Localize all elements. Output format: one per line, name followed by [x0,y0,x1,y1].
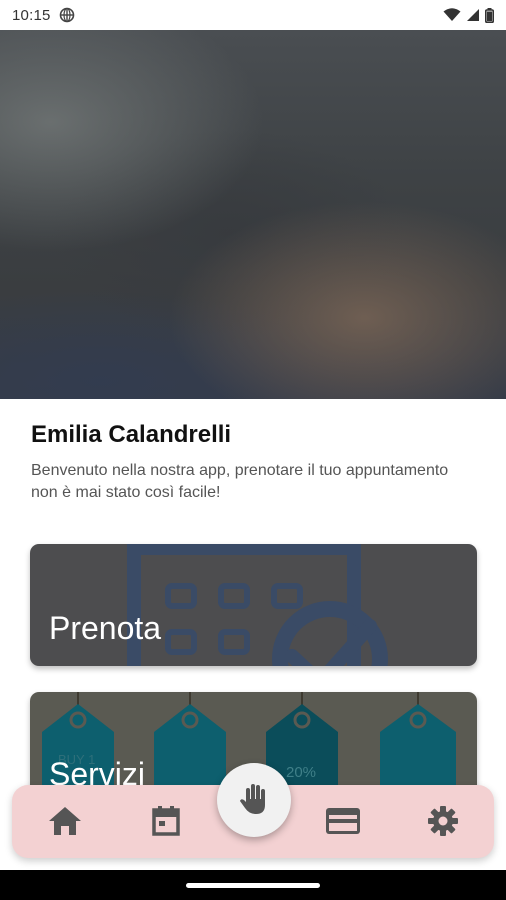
nav-home-button[interactable] [45,803,85,843]
nav-settings-button[interactable] [423,803,463,843]
system-nav-bar [0,870,506,900]
status-time: 10:15 [12,6,51,24]
gear-icon [427,805,459,842]
prenota-card[interactable]: Prenota [30,544,477,666]
hero-image [0,30,506,399]
vpn-globe-icon [59,7,75,23]
prenota-label: Prenota [49,610,162,646]
home-icon [48,806,82,841]
nav-payment-button[interactable] [323,803,363,843]
status-bar: 10:15 [0,0,506,30]
salon-name: Emilia Calandrelli [31,421,232,448]
nav-calendar-button[interactable] [146,803,186,843]
home-gesture-pill[interactable] [186,883,320,888]
calendar-check-icon [127,544,388,666]
battery-icon [485,7,494,23]
signal-icon [466,8,480,22]
hand-fab-button[interactable] [217,763,291,837]
hand-icon [239,781,269,820]
welcome-text: Benvenuto nella nostra app, prenotare il… [31,462,449,501]
credit-card-icon [325,807,361,840]
wifi-icon [443,8,461,22]
tag-text-discount: 20% [286,764,317,781]
calendar-icon [152,805,180,841]
